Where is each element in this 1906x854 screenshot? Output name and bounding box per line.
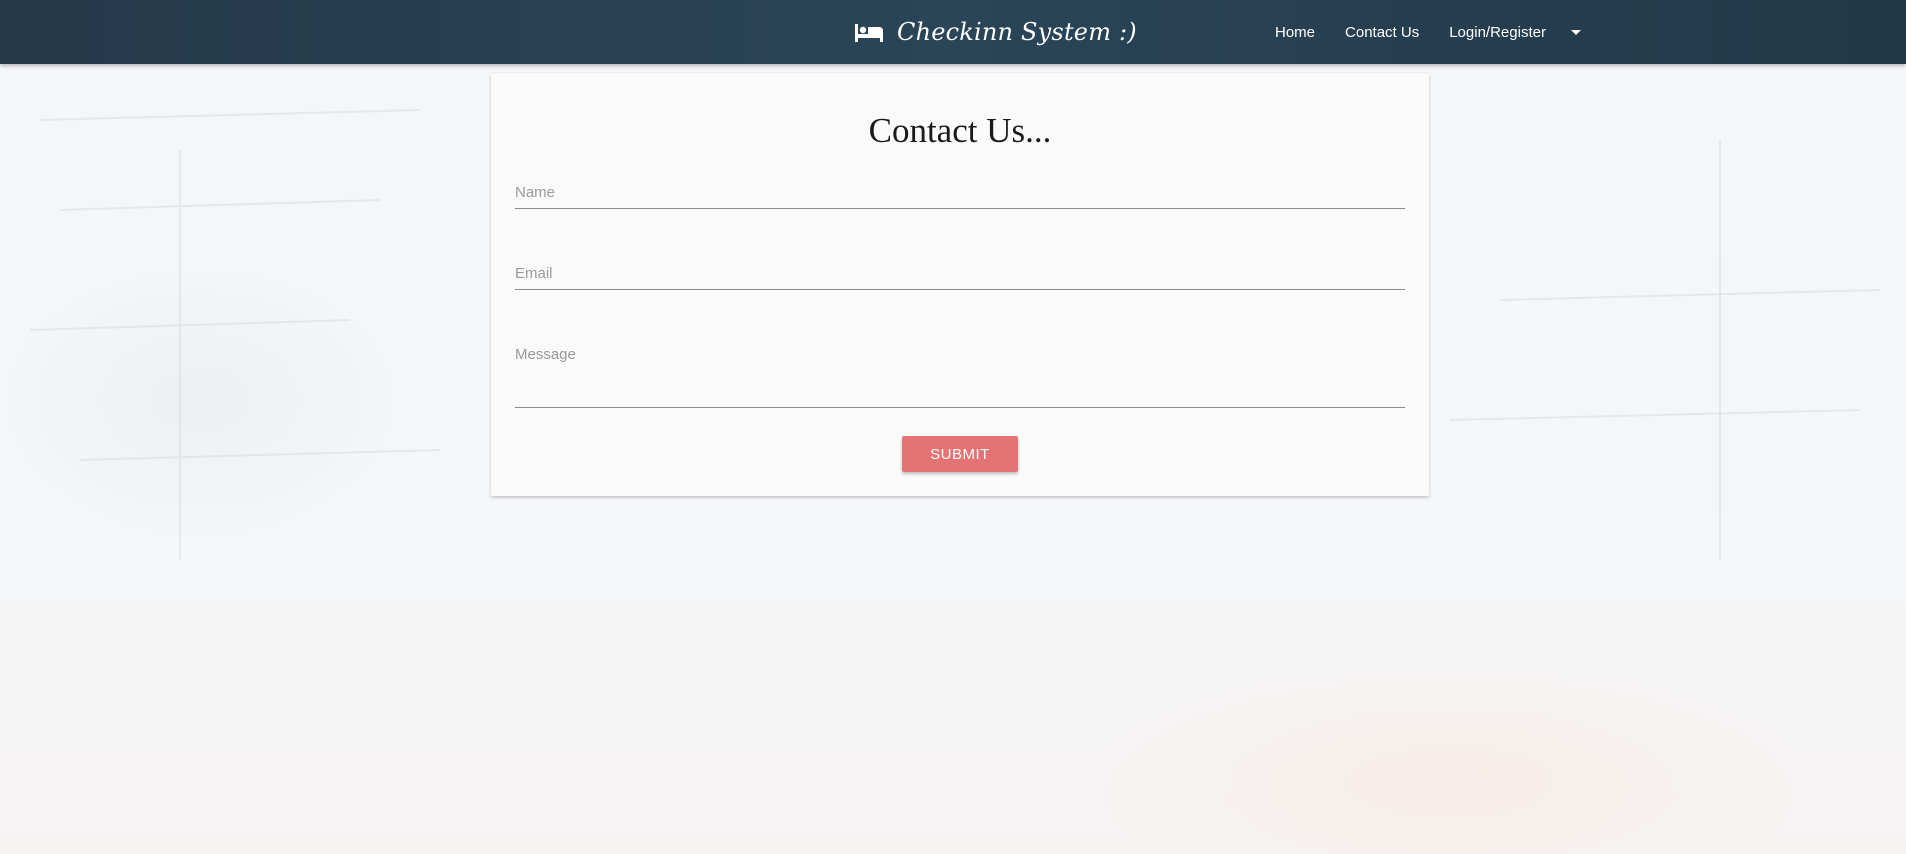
name-input[interactable]: [515, 178, 1405, 206]
brand-logo[interactable]: Checkinn System :): [855, 0, 1137, 64]
nav-links: Home Contact Us Login/Register: [1260, 0, 1591, 64]
contact-form-card: Contact Us... SUBMIT: [491, 73, 1429, 496]
submit-button[interactable]: SUBMIT: [902, 436, 1018, 472]
brand-name: Checkinn System :): [897, 18, 1137, 46]
message-field-container: [515, 340, 1405, 408]
page-title: Contact Us...: [868, 111, 1052, 150]
nav-link-contact-us[interactable]: Contact Us: [1330, 0, 1434, 64]
message-textarea[interactable]: [515, 340, 1405, 402]
email-input[interactable]: [515, 259, 1405, 287]
nav-link-login-register[interactable]: Login/Register: [1434, 0, 1561, 64]
hotel-bed-icon: [855, 24, 883, 42]
email-field-container: [515, 259, 1405, 290]
navbar: Checkinn System :) Home Contact Us Login…: [0, 0, 1906, 64]
caret-down-icon[interactable]: [1570, 29, 1581, 35]
nav-link-home[interactable]: Home: [1260, 0, 1330, 64]
name-field-container: [515, 178, 1405, 209]
